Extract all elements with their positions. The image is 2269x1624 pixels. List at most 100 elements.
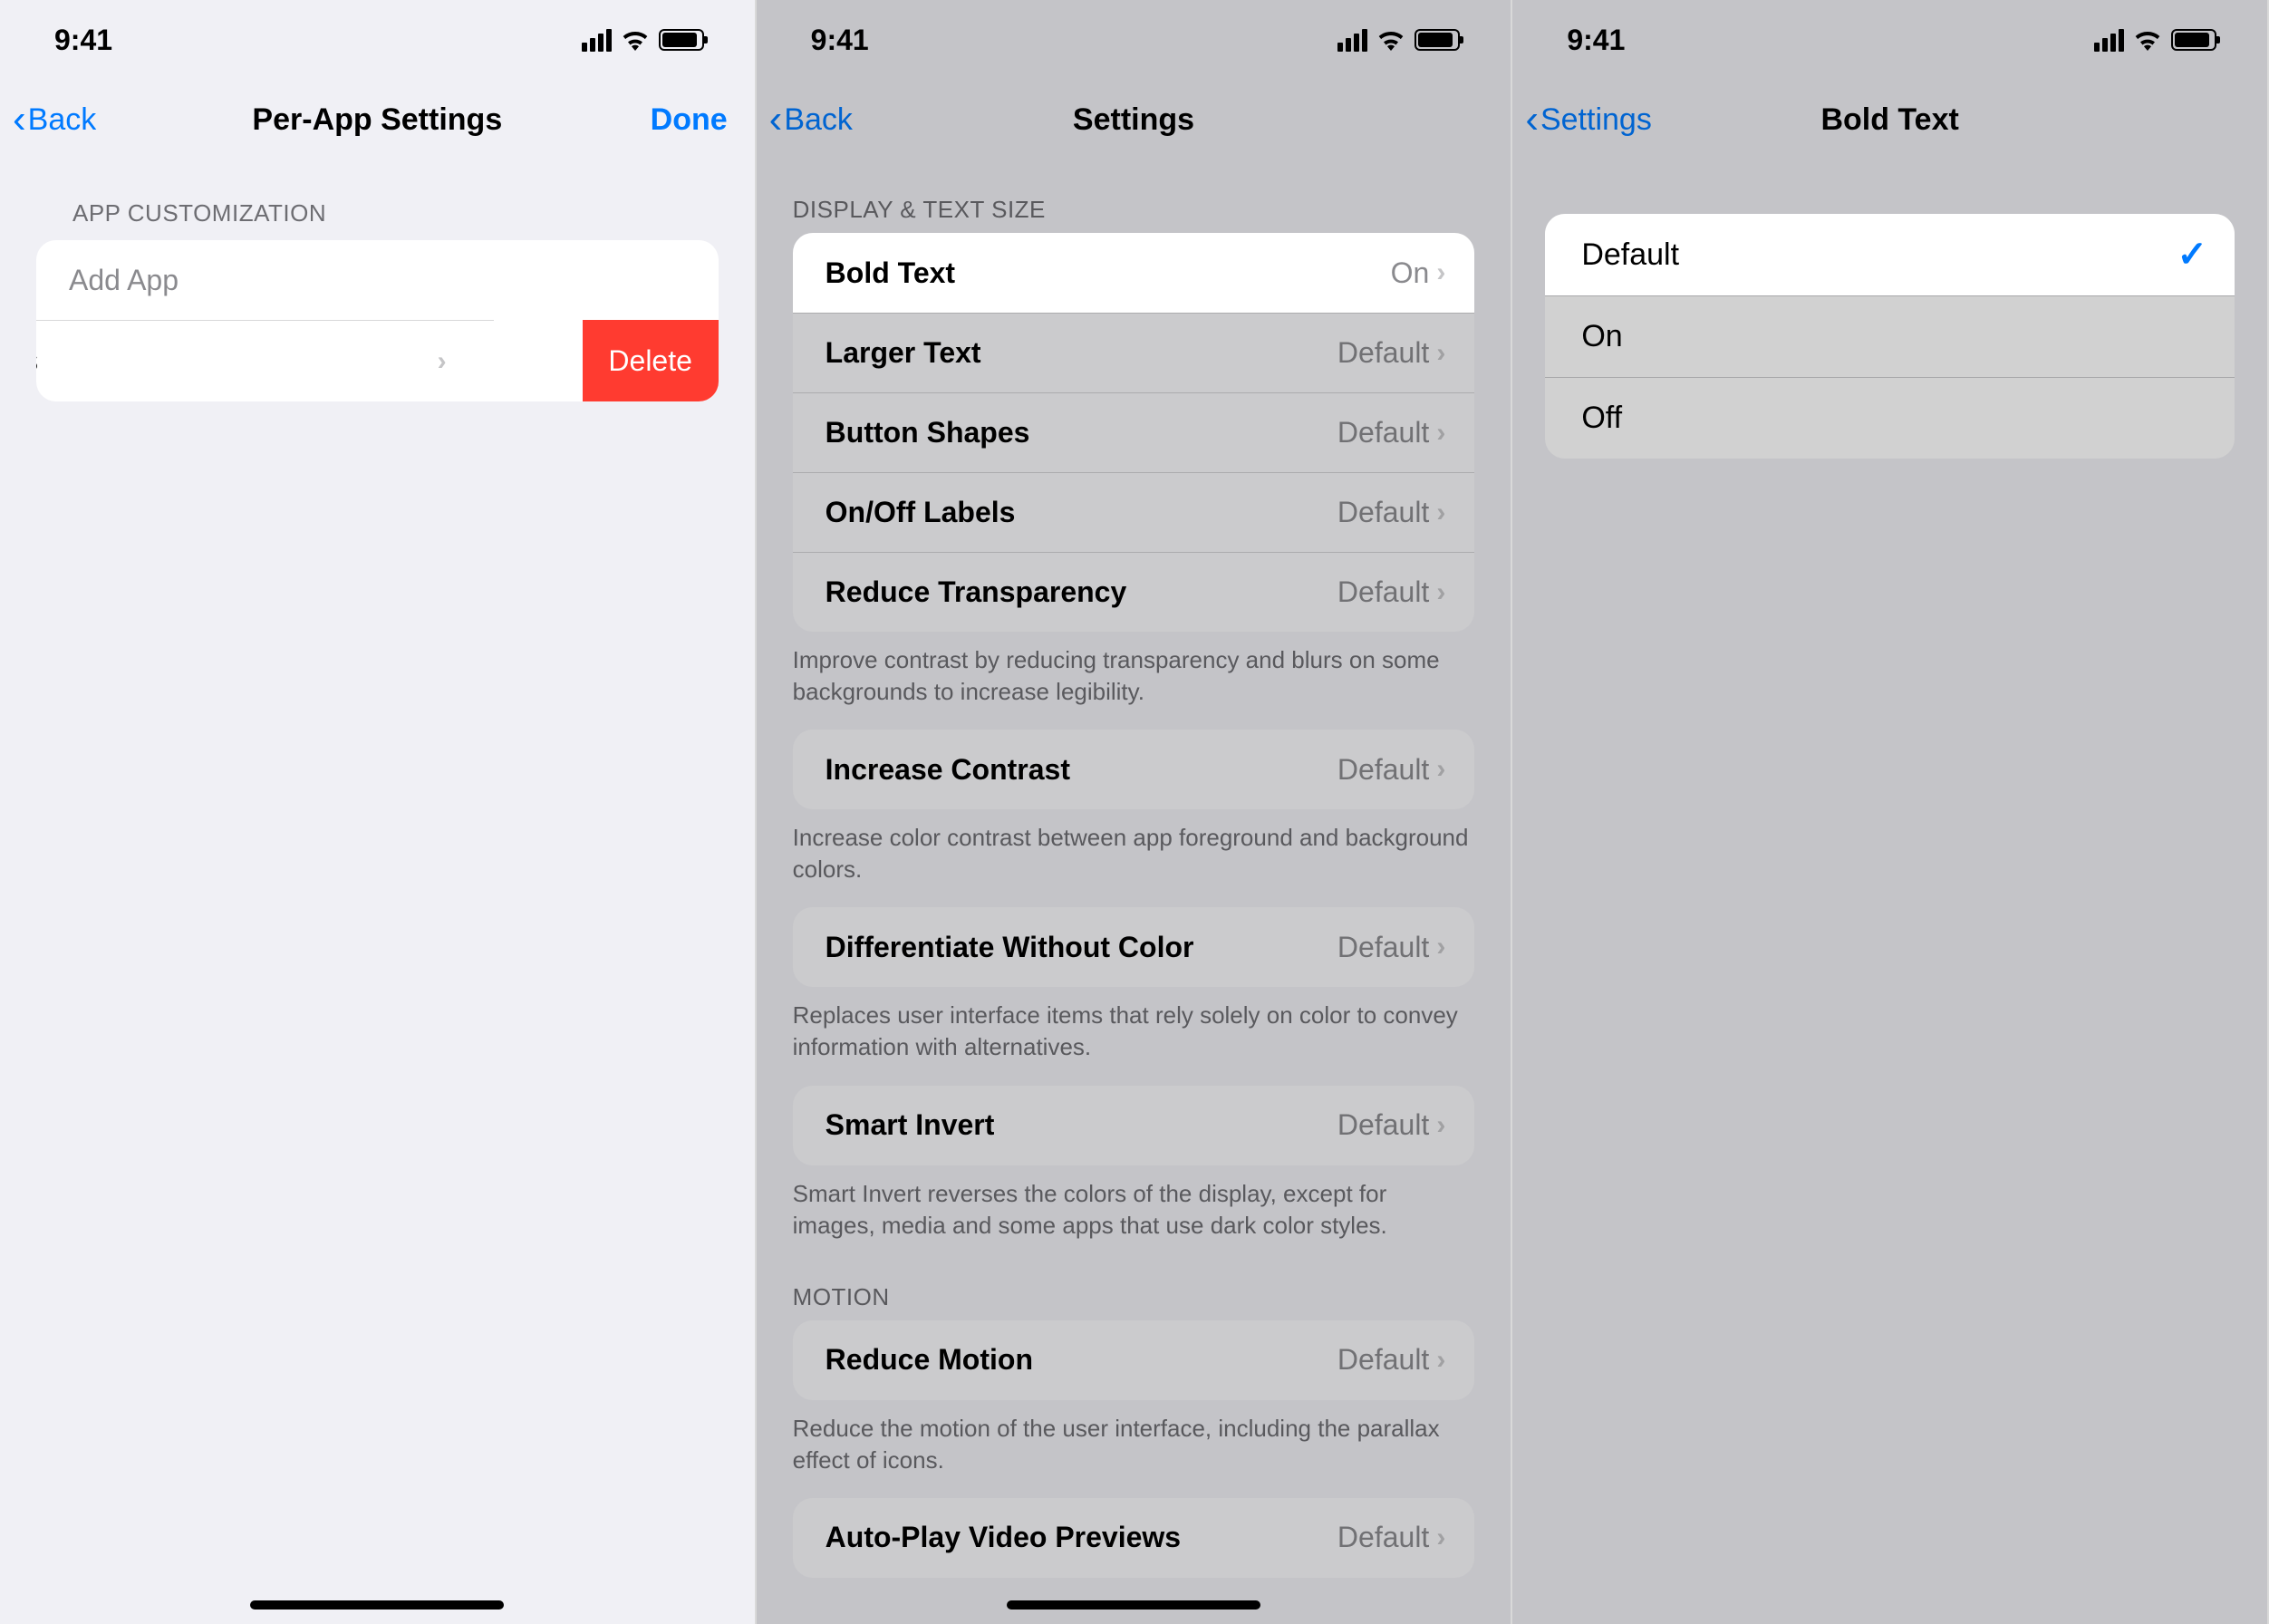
status-indicators <box>2094 29 2216 52</box>
setting-label: Auto-Play Video Previews <box>826 1521 1337 1554</box>
cellular-icon <box>582 29 612 52</box>
screen-per-app-settings: 9:41 ‹ Back Per-App Settings Done APP CU… <box>0 0 757 1624</box>
option-row[interactable]: Off <box>1545 377 2235 459</box>
status-indicators <box>582 29 704 52</box>
option-row[interactable]: On <box>1545 295 2235 377</box>
nav-bar: ‹ Back Settings <box>757 80 1511 160</box>
chevron-right-icon: › <box>1436 498 1445 528</box>
setting-value: Default <box>1337 1108 1429 1142</box>
setting-label: Reduce Motion <box>826 1343 1337 1377</box>
setting-label: Button Shapes <box>826 416 1337 450</box>
status-bar: 9:41 <box>1512 0 2267 80</box>
checkmark-icon: ✓ <box>2177 234 2207 276</box>
footer-reduce-transparency: Improve contrast by reducing transparenc… <box>757 632 1511 713</box>
chevron-right-icon: › <box>1436 418 1445 449</box>
setting-label: Differentiate Without Color <box>826 931 1337 964</box>
nav-title: Per-App Settings <box>252 102 502 138</box>
chevron-right-icon: › <box>1436 1345 1445 1376</box>
screen-app-settings: 9:41 ‹ Back Settings DISPLAY & TEXT SIZE… <box>757 0 1513 1624</box>
setting-label: Smart Invert <box>826 1108 1337 1142</box>
setting-value: Default <box>1337 1343 1429 1377</box>
nav-title: Settings <box>1073 102 1194 138</box>
setting-value: Default <box>1337 931 1429 964</box>
app-list: Add App ettings › Delete <box>36 240 719 401</box>
setting-value: Default <box>1337 753 1429 787</box>
app-name: ettings <box>36 343 438 379</box>
setting-value: Default <box>1337 1521 1429 1554</box>
battery-icon <box>659 29 704 51</box>
section-motion: MOTION <box>757 1247 1511 1320</box>
back-label: Settings <box>1540 102 1652 138</box>
footer-differentiate: Replaces user interface items that rely … <box>757 987 1511 1068</box>
setting-label: Increase Contrast <box>826 753 1337 787</box>
home-indicator[interactable] <box>1007 1600 1260 1610</box>
option-label: Off <box>1581 401 2207 436</box>
group-smart-invert: Smart InvertDefault› <box>793 1086 1475 1165</box>
section-display-text: DISPLAY & TEXT SIZE <box>757 160 1511 233</box>
setting-row[interactable]: Reduce MotionDefault› <box>793 1320 1475 1400</box>
group-increase-contrast: Increase ContrastDefault› <box>793 730 1475 809</box>
setting-row[interactable]: Button ShapesDefault› <box>793 392 1475 472</box>
cellular-icon <box>1337 29 1367 52</box>
screen-bold-text: 9:41 ‹ Settings Bold Text Default✓OnOff <box>1512 0 2269 1624</box>
option-label: Default <box>1581 237 2177 273</box>
group-autoplay: Auto-Play Video PreviewsDefault› <box>793 1498 1475 1578</box>
chevron-right-icon: › <box>1436 754 1445 785</box>
setting-row[interactable]: Reduce TransparencyDefault› <box>793 552 1475 632</box>
back-label: Back <box>784 102 853 138</box>
setting-label: Reduce Transparency <box>826 575 1337 609</box>
done-button[interactable]: Done <box>651 80 728 160</box>
status-indicators <box>1337 29 1460 52</box>
add-app-label: Add App <box>69 264 690 297</box>
chevron-right-icon: › <box>1436 577 1445 608</box>
nav-bar: ‹ Settings Bold Text <box>1512 80 2267 160</box>
battery-icon <box>2171 29 2216 51</box>
add-app-row[interactable]: Add App <box>36 240 719 320</box>
footer-increase-contrast: Increase color contrast between app fore… <box>757 809 1511 891</box>
setting-row[interactable]: Larger TextDefault› <box>793 313 1475 392</box>
status-time: 9:41 <box>1567 24 1625 57</box>
setting-value: On <box>1391 256 1430 290</box>
setting-row[interactable]: Bold TextOn› <box>793 233 1475 313</box>
back-button[interactable]: ‹ Back <box>769 80 853 160</box>
option-row[interactable]: Default✓ <box>1545 214 2235 295</box>
status-bar: 9:41 <box>0 0 755 80</box>
setting-row[interactable]: Smart InvertDefault› <box>793 1086 1475 1165</box>
home-indicator[interactable] <box>250 1600 504 1610</box>
delete-button[interactable]: Delete <box>583 320 719 401</box>
section-header-app-customization: APP CUSTOMIZATION <box>0 160 755 240</box>
swiped-row: ettings › Delete <box>36 320 719 401</box>
status-time: 9:41 <box>54 24 112 57</box>
setting-row[interactable]: Differentiate Without ColorDefault› <box>793 907 1475 987</box>
status-time: 9:41 <box>811 24 869 57</box>
footer-smart-invert: Smart Invert reverses the colors of the … <box>757 1165 1511 1247</box>
setting-label: Larger Text <box>826 336 1337 370</box>
setting-row[interactable]: Auto-Play Video PreviewsDefault› <box>793 1498 1475 1578</box>
nav-bar: ‹ Back Per-App Settings Done <box>0 80 755 160</box>
chevron-right-icon: › <box>1436 932 1445 962</box>
group-display-text: Bold TextOn›Larger TextDefault›Button Sh… <box>793 233 1475 632</box>
wifi-icon <box>621 29 650 51</box>
setting-value: Default <box>1337 575 1429 609</box>
setting-row[interactable]: On/Off LabelsDefault› <box>793 472 1475 552</box>
back-button[interactable]: ‹ Settings <box>1525 80 1652 160</box>
setting-value: Default <box>1337 416 1429 450</box>
chevron-right-icon: › <box>1436 1522 1445 1553</box>
setting-label: Bold Text <box>826 256 1391 290</box>
setting-value: Default <box>1337 496 1429 529</box>
battery-icon <box>1415 29 1460 51</box>
wifi-icon <box>1376 29 1405 51</box>
chevron-right-icon: › <box>1436 1110 1445 1141</box>
back-label: Back <box>28 102 97 138</box>
footer-reduce-motion: Reduce the motion of the user interface,… <box>757 1400 1511 1482</box>
group-reduce-motion: Reduce MotionDefault› <box>793 1320 1475 1400</box>
back-button[interactable]: ‹ Back <box>13 80 96 160</box>
chevron-right-icon: › <box>438 346 447 377</box>
setting-row[interactable]: Increase ContrastDefault› <box>793 730 1475 809</box>
chevron-right-icon: › <box>1436 257 1445 288</box>
status-bar: 9:41 <box>757 0 1511 80</box>
nav-title: Bold Text <box>1820 102 1958 138</box>
setting-value: Default <box>1337 336 1429 370</box>
chevron-right-icon: › <box>1436 338 1445 369</box>
app-row-settings[interactable]: ettings › <box>36 320 494 401</box>
